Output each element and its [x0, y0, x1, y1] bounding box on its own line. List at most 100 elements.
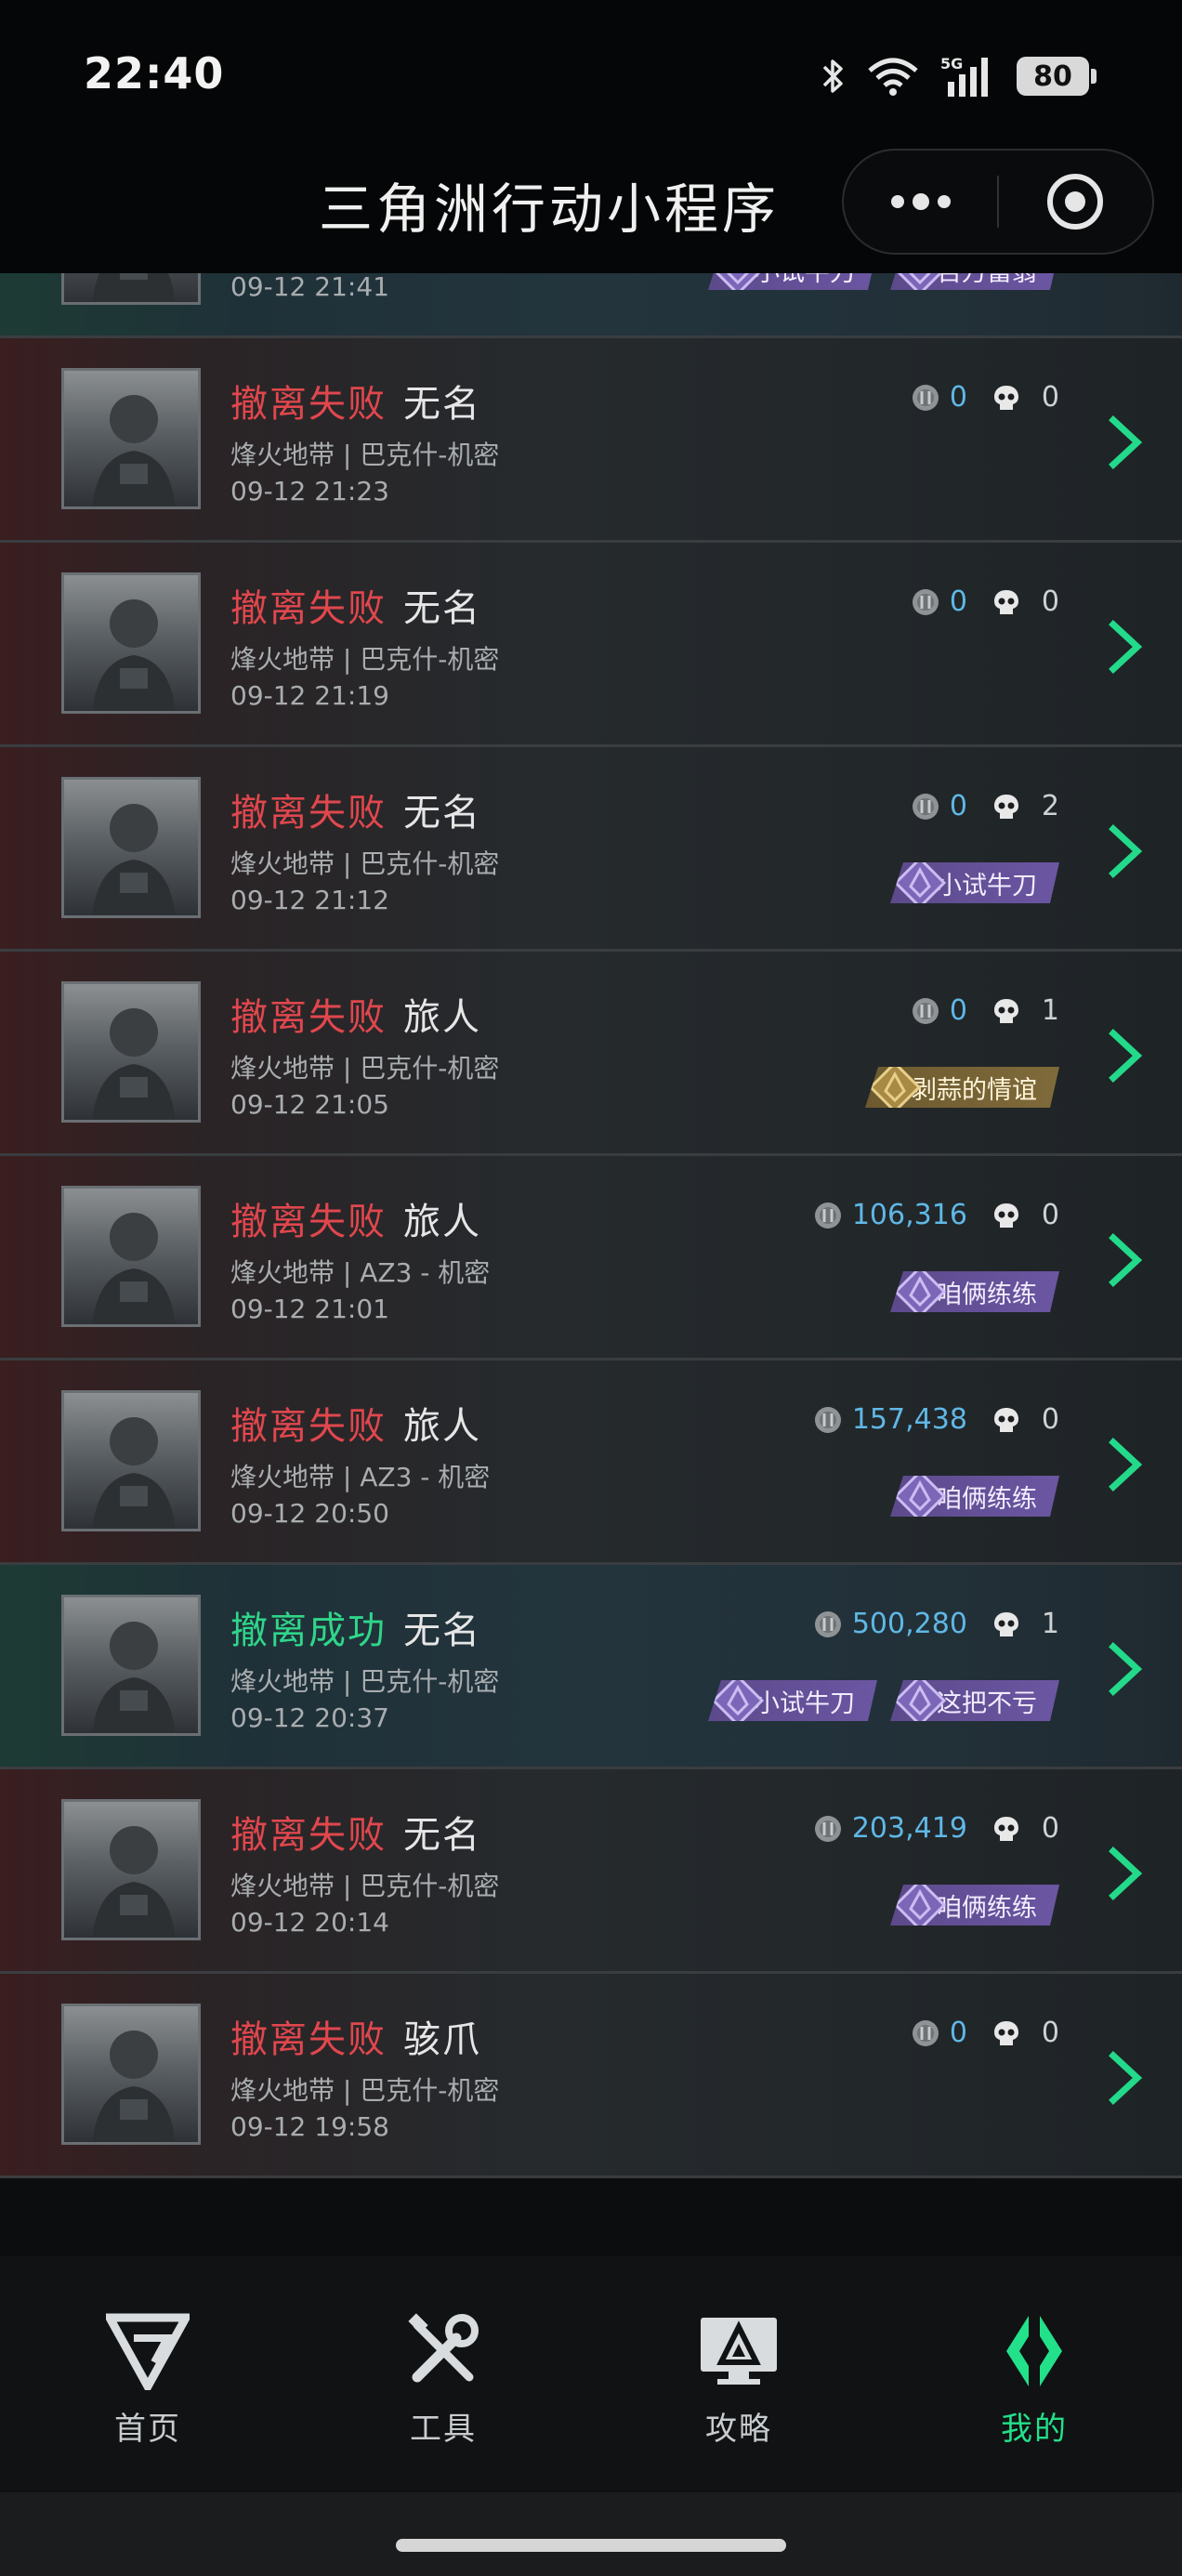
skull-icon [992, 587, 1021, 617]
match-time: 09-12 20:37 [230, 1702, 389, 1733]
chevron-right-icon[interactable] [1102, 1028, 1149, 1084]
battery-indicator: 80 [1017, 57, 1097, 96]
map-name: 烽火地带 | 巴克什-机密 [230, 644, 500, 675]
record-row[interactable]: 撤离失败 旅人 烽火地带 | AZ3 - 机密 09-12 21:01 106,316 0… [0, 1156, 1182, 1360]
tab-profile-label: 我的 [1001, 2411, 1068, 2448]
map-name: 烽火地带 | 巴克什-机密 [230, 1871, 500, 1901]
badge-gem-icon [892, 1673, 948, 1728]
chevron-right-icon[interactable] [1102, 2050, 1149, 2106]
achievement-badge: 小试牛刀 [890, 862, 1059, 903]
more-button[interactable] [844, 151, 997, 253]
achievement-badge: 咱俩练练 [890, 1885, 1059, 1925]
operator-avatar [61, 1390, 201, 1531]
status-bar: 22:40 5G 80 [0, 0, 1182, 149]
achievement-badge: 咱俩练练 [890, 1271, 1059, 1312]
tab-guide[interactable]: 攻略 [591, 2308, 886, 2449]
operator-avatar [61, 1799, 201, 1940]
close-button[interactable] [999, 151, 1152, 253]
record-row[interactable]: 撤离成功无名烽火地带 | 巴克什-机密09-12 21:411,116,6572… [0, 273, 1182, 338]
home-indicator[interactable] [396, 2539, 786, 2552]
achievement-badge: 百万富翁 [890, 273, 1059, 290]
miniprogram-capsule [842, 149, 1154, 255]
operator-name: 无名 [403, 1610, 481, 1652]
operator-avatar [61, 368, 201, 509]
skull-icon [992, 792, 1021, 821]
badge-label: 小试牛刀 [937, 871, 1037, 900]
skull-icon [992, 1201, 1021, 1230]
kill-count: 0 [1041, 1199, 1059, 1231]
more-dots-icon [890, 193, 951, 210]
map-name: 烽火地带 | 巴克什-机密 [230, 1666, 500, 1697]
match-time: 09-12 21:23 [230, 476, 389, 506]
achievement-badges: 剥蒜的情谊 [865, 1067, 1059, 1108]
chevron-right-icon[interactable] [1102, 1846, 1149, 1901]
extraction-status: 撤离失败 [230, 1814, 387, 1857]
skull-icon [992, 383, 1021, 413]
badge-label: 小试牛刀 [755, 1689, 855, 1718]
chevron-right-icon[interactable] [1102, 1437, 1149, 1492]
badge-gem-icon [710, 273, 766, 297]
record-row[interactable]: 撤离失败 旅人 烽火地带 | 巴克什-机密 09-12 21:05 0 1 剥蒜的情谊 [0, 952, 1182, 1156]
operator-avatar [61, 1186, 201, 1327]
coin-icon [911, 2018, 940, 2048]
record-row[interactable]: 撤离失败 无名 烽火地带 | 巴克什-机密 09-12 21:23 0 0 [0, 338, 1182, 543]
coin-icon [911, 383, 940, 413]
record-row[interactable]: 撤离失败 骇爪 烽火地带 | 巴克什-机密 09-12 19:58 0 0 [0, 1974, 1182, 2178]
value-amount: 157,438 [851, 1403, 967, 1436]
badge-label: 咱俩练练 [937, 1484, 1037, 1514]
match-time: 09-12 19:58 [230, 2111, 389, 2142]
chevron-right-icon[interactable] [1102, 414, 1149, 470]
record-row[interactable]: 撤离失败 无名 烽火地带 | 巴克什-机密 09-12 21:19 0 0 [0, 543, 1182, 747]
badge-label: 剥蒜的情谊 [912, 1075, 1037, 1105]
map-name: 烽火地带 | 巴克什-机密 [230, 2075, 500, 2106]
chevron-right-icon[interactable] [1102, 823, 1149, 879]
badge-gem-icon [710, 1673, 766, 1728]
record-row[interactable]: 撤离成功 无名 烽火地带 | 巴克什-机密 09-12 20:37 500,280 1 小试… [0, 1565, 1182, 1769]
extraction-status: 撤离失败 [230, 1201, 387, 1243]
skull-icon [992, 1405, 1021, 1435]
match-time: 09-12 21:19 [230, 680, 389, 711]
operator-avatar [61, 1595, 201, 1736]
status-time: 22:40 [84, 48, 225, 99]
coin-icon [911, 792, 940, 821]
badge-gem-icon [867, 1059, 923, 1115]
chevron-right-icon[interactable] [1102, 1641, 1149, 1697]
achievement-badges: 小试牛刀 这把不亏 [708, 1680, 1059, 1721]
record-row[interactable]: 撤离失败 无名 烽火地带 | 巴克什-机密 09-12 21:12 0 2 小试牛刀 [0, 747, 1182, 952]
operator-avatar [61, 2004, 201, 2145]
coin-icon [813, 1610, 843, 1639]
chevron-right-icon[interactable] [1102, 1232, 1149, 1288]
achievement-badges: 小试牛刀 [890, 862, 1059, 903]
map-name: 烽火地带 | AZ3 - 机密 [230, 1462, 491, 1492]
badge-label: 小试牛刀 [755, 273, 855, 288]
operator-name: 无名 [403, 587, 481, 630]
map-name: 烽火地带 | 巴克什-机密 [230, 1053, 500, 1084]
tab-tools[interactable]: 工具 [296, 2308, 591, 2449]
achievement-badges: 咱俩练练 [890, 1271, 1059, 1312]
record-row[interactable]: 撤离失败 旅人 烽火地带 | AZ3 - 机密 09-12 20:50 157,438 0… [0, 1360, 1182, 1565]
chevron-right-icon[interactable] [1102, 619, 1149, 675]
badge-gem-icon [892, 855, 948, 911]
badge-gem-icon [892, 273, 948, 297]
cellular-5g-icon: 5G [940, 54, 996, 99]
home-logo-icon [0, 2308, 296, 2394]
skull-icon [992, 1610, 1021, 1639]
record-stats: 00 [911, 2017, 1059, 2049]
value-amount: 0 [949, 994, 967, 1027]
achievement-badge: 小试牛刀 [708, 273, 877, 290]
coin-icon [813, 1405, 843, 1435]
skull-icon [992, 2018, 1021, 2048]
map-name: 烽火地带 | 巴克什-机密 [230, 440, 500, 470]
bottom-tab-bar: 首页 工具 攻略 我的 [0, 2256, 1182, 2492]
value-amount: 106,316 [851, 1199, 967, 1231]
record-row[interactable]: 撤离失败 无名 烽火地带 | 巴克什-机密 09-12 20:14 203,419 0 咱俩… [0, 1769, 1182, 1974]
tab-profile[interactable]: 我的 [886, 2308, 1182, 2449]
coin-icon [911, 996, 940, 1026]
tab-home[interactable]: 首页 [0, 2308, 296, 2449]
record-stats: 00 [911, 585, 1059, 618]
match-time: 09-12 20:50 [230, 1498, 389, 1529]
match-time: 09-12 21:41 [230, 273, 389, 302]
record-stats: 157,438 0 [813, 1403, 1059, 1436]
match-time: 09-12 21:01 [230, 1294, 389, 1324]
badge-label: 百万富翁 [937, 273, 1037, 288]
